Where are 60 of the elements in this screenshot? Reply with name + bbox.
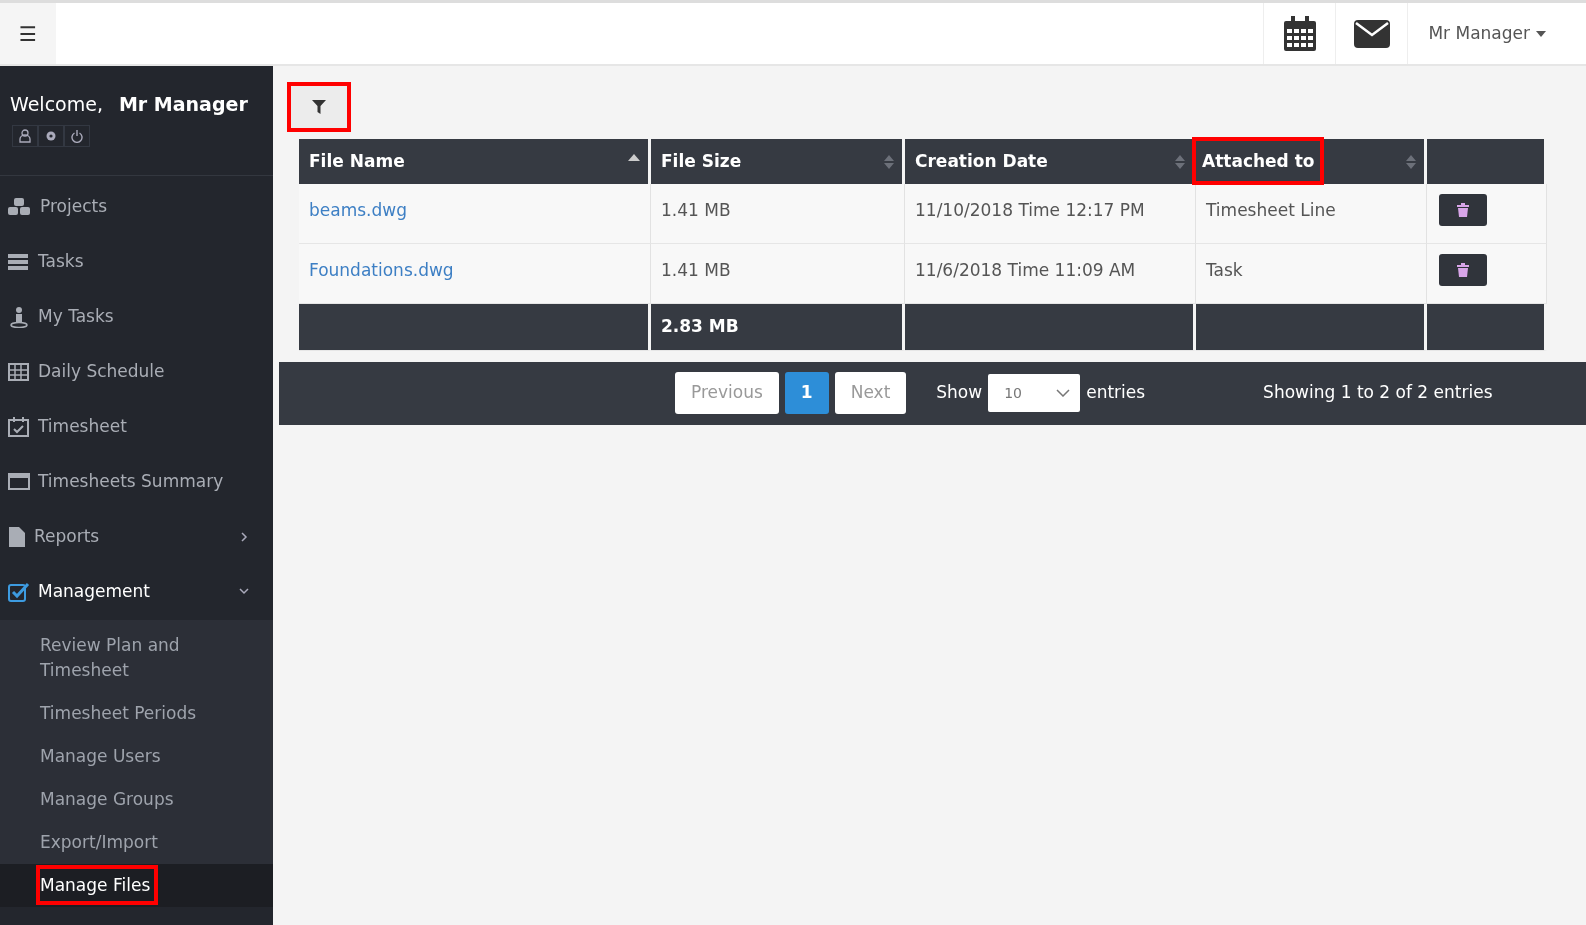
page-button[interactable]: 1 <box>784 372 829 414</box>
chevron-down-icon <box>239 588 249 596</box>
column-header[interactable]: File Size <box>651 139 905 184</box>
sidebar-item[interactable]: Timesheet <box>0 399 273 455</box>
sort-icon <box>1175 154 1185 170</box>
chevron-right-icon <box>241 532 249 542</box>
submenu-item[interactable]: Manage Groups <box>0 777 273 821</box>
menu-toggle-button[interactable]: ☰ <box>0 3 56 64</box>
calendar-icon <box>1282 15 1317 52</box>
file-icon <box>8 526 26 548</box>
table-cell: 1.41 MB <box>651 184 905 244</box>
table-cell: 11/10/2018 Time 12:17 PM <box>905 184 1196 244</box>
delete-button[interactable] <box>1439 194 1487 226</box>
table-cell: 11/6/2018 Time 11:09 AM <box>905 244 1196 304</box>
welcome-text: Welcome, <box>10 92 103 117</box>
file-link[interactable]: Foundations.dwg <box>309 260 454 280</box>
person-icon <box>8 306 30 328</box>
total-size: 2.83 MB <box>651 304 905 351</box>
column-header[interactable]: File Name <box>299 139 651 184</box>
table-cell: 1.41 MB <box>651 244 905 304</box>
sidebar-item[interactable]: Projects <box>0 179 273 235</box>
user-name: Mr Manager <box>118 92 248 117</box>
sort-ascending-icon <box>628 154 640 162</box>
sort-icon <box>884 154 894 170</box>
filter-icon <box>312 100 326 114</box>
submenu-item[interactable]: Manage Users <box>0 734 273 778</box>
show-label: Show <box>936 381 983 405</box>
checkbox-icon <box>8 582 30 602</box>
file-link[interactable]: beams.dwg <box>309 200 407 220</box>
caret-icon <box>1536 30 1546 37</box>
submenu-item[interactable]: Manage Files <box>0 863 273 907</box>
sidebar-item[interactable]: Management <box>0 564 273 620</box>
power-icon[interactable] <box>71 128 83 143</box>
entries-info: Showing 1 to 2 of 2 entries <box>1263 381 1493 405</box>
delete-button[interactable] <box>1439 254 1487 286</box>
page-size-select[interactable]: 10 <box>988 374 1081 412</box>
user-icon[interactable] <box>19 128 31 143</box>
submenu-item[interactable]: Timesheet Periods <box>0 691 273 735</box>
entries-label: entries <box>1086 381 1146 405</box>
sidebar-item[interactable]: Daily Schedule <box>0 344 273 400</box>
envelope-icon <box>1353 19 1390 48</box>
sort-icon <box>1406 154 1416 170</box>
sidebar-item[interactable]: My Tasks <box>0 289 273 345</box>
table-cell: Timesheet Line <box>1196 184 1427 244</box>
sidebar-item[interactable]: Reports <box>0 509 273 565</box>
table-cell: Task <box>1196 244 1427 304</box>
filter-button[interactable] <box>289 84 349 130</box>
trash-icon <box>1457 203 1469 217</box>
sidebar-item[interactable]: Tasks <box>0 234 273 290</box>
submenu-item[interactable]: Review Plan and Timesheet <box>0 623 273 692</box>
trash-icon <box>1457 263 1469 277</box>
sidebar-item[interactable]: Timesheets Summary <box>0 454 273 510</box>
user-menu-button[interactable]: Mr Manager <box>1407 3 1586 64</box>
grid-icon <box>8 363 30 381</box>
cubes-icon <box>8 197 32 217</box>
chevron-down-icon <box>1056 389 1071 397</box>
card-icon <box>8 473 30 491</box>
list-icon <box>8 254 30 270</box>
calendar-icon <box>8 417 30 437</box>
submenu-item[interactable]: Export/Import <box>0 820 273 864</box>
